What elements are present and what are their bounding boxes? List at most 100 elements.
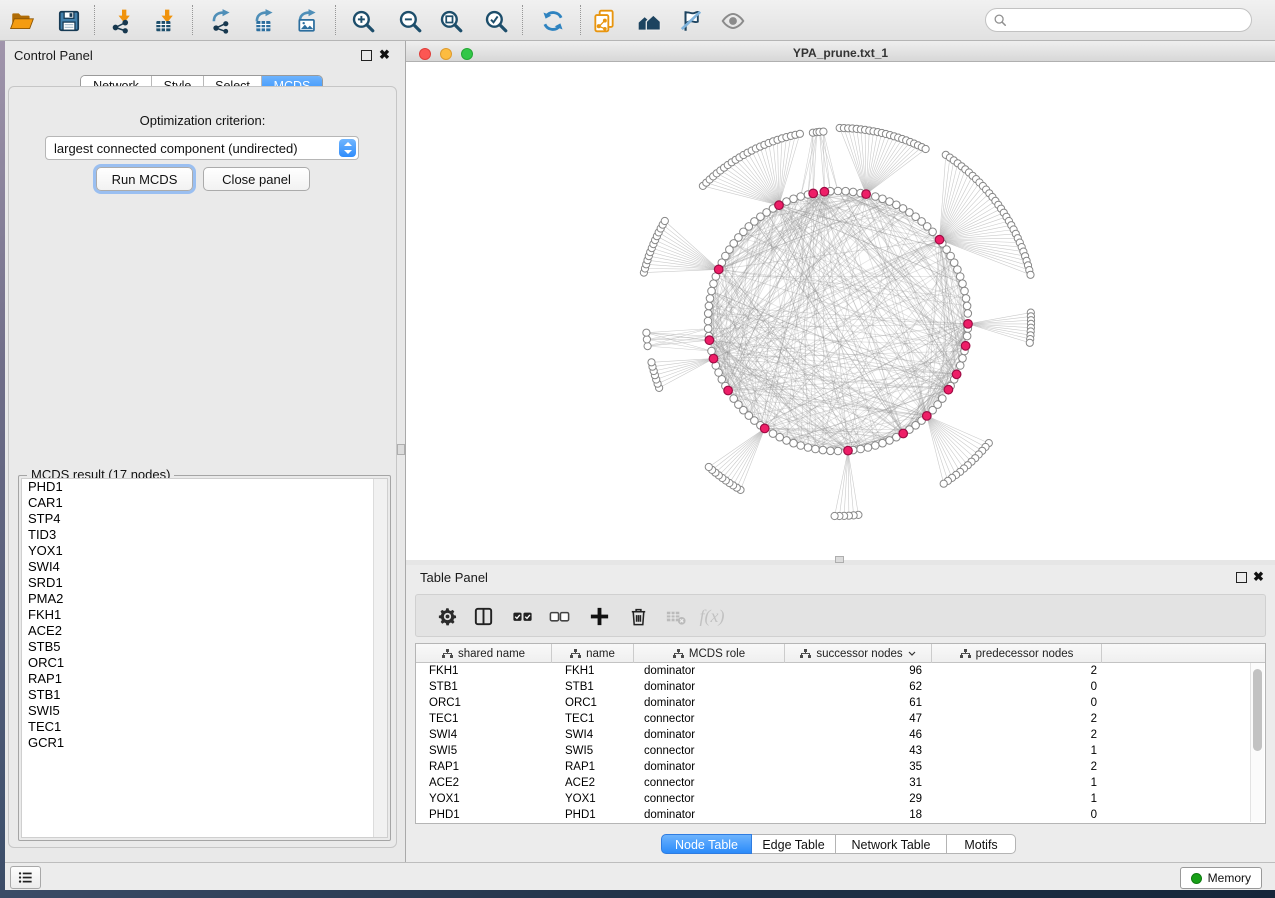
mcds-hub-node[interactable] bbox=[724, 386, 733, 395]
table-row[interactable]: YOX1YOX1connector291 bbox=[416, 791, 1265, 807]
mcds-hub-node[interactable] bbox=[705, 336, 714, 345]
network-node[interactable] bbox=[959, 280, 967, 288]
mcds-result-item[interactable]: GCR1 bbox=[22, 735, 387, 751]
network-node[interactable] bbox=[706, 295, 714, 303]
satellite-node[interactable] bbox=[643, 329, 650, 336]
network-node[interactable] bbox=[797, 442, 805, 450]
network-node[interactable] bbox=[715, 369, 723, 377]
horizontal-splitter-grip[interactable] bbox=[835, 556, 844, 563]
network-node[interactable] bbox=[704, 325, 712, 333]
network-node[interactable] bbox=[963, 302, 971, 310]
mcds-hub-node[interactable] bbox=[862, 190, 871, 199]
create-column-icon[interactable] bbox=[583, 599, 615, 633]
criterion-select[interactable]: largest connected component (undirected) bbox=[45, 136, 359, 160]
mcds-result-item[interactable]: PMA2 bbox=[22, 591, 387, 607]
mcds-hub-node[interactable] bbox=[964, 320, 973, 329]
close-table-panel-icon[interactable]: ✖ bbox=[1253, 570, 1264, 583]
network-node[interactable] bbox=[769, 430, 777, 438]
network-node[interactable] bbox=[961, 287, 969, 295]
satellite-node[interactable] bbox=[796, 130, 803, 137]
mcds-result-item[interactable]: STB5 bbox=[22, 639, 387, 655]
mcds-result-item[interactable]: STB1 bbox=[22, 687, 387, 703]
select-all-rows-icon[interactable] bbox=[506, 599, 538, 633]
network-node[interactable] bbox=[842, 187, 850, 195]
column-header-successor-nodes[interactable]: successor nodes bbox=[785, 644, 932, 663]
satellite-node[interactable] bbox=[661, 217, 668, 224]
mcds-result-item[interactable]: YOX1 bbox=[22, 543, 387, 559]
close-panel-button[interactable]: Close panel bbox=[203, 167, 310, 191]
network-node[interactable] bbox=[849, 188, 857, 196]
column-header-MCDS-role[interactable]: MCDS role bbox=[634, 644, 785, 663]
network-node[interactable] bbox=[708, 347, 716, 355]
satellite-node[interactable] bbox=[643, 336, 650, 343]
table-row[interactable]: TEC1TEC1connector472 bbox=[416, 711, 1265, 727]
zoom-selected-icon[interactable] bbox=[479, 4, 513, 38]
network-node[interactable] bbox=[956, 273, 964, 281]
mcds-result-item[interactable]: SWI5 bbox=[22, 703, 387, 719]
mcds-hub-node[interactable] bbox=[952, 370, 961, 379]
show-annotations-eye-icon[interactable] bbox=[716, 4, 750, 38]
network-node[interactable] bbox=[790, 439, 798, 447]
network-node[interactable] bbox=[872, 193, 880, 201]
network-node[interactable] bbox=[812, 445, 820, 453]
network-node[interactable] bbox=[710, 280, 718, 288]
table-row[interactable]: STB1STB1dominator620 bbox=[416, 679, 1265, 695]
zoom-out-icon[interactable] bbox=[393, 4, 427, 38]
mcds-hub-node[interactable] bbox=[809, 189, 818, 198]
mcds-hub-node[interactable] bbox=[961, 342, 970, 351]
satellite-node[interactable] bbox=[831, 512, 838, 519]
network-node[interactable] bbox=[963, 332, 971, 340]
zoom-in-icon[interactable] bbox=[346, 4, 380, 38]
import-network-icon[interactable] bbox=[105, 4, 139, 38]
mcds-hub-node[interactable] bbox=[709, 354, 718, 363]
float-table-panel-icon[interactable] bbox=[1236, 572, 1247, 583]
deselect-all-rows-icon[interactable] bbox=[543, 599, 575, 633]
satellite-node[interactable] bbox=[648, 359, 655, 366]
mcds-result-item[interactable]: STP4 bbox=[22, 511, 387, 527]
table-mode-gear-icon[interactable] bbox=[431, 599, 463, 633]
satellite-node[interactable] bbox=[820, 128, 827, 135]
network-node[interactable] bbox=[730, 395, 738, 403]
network-node[interactable] bbox=[864, 444, 872, 452]
table-scrollbar[interactable] bbox=[1250, 663, 1264, 822]
column-header-predecessor-nodes[interactable]: predecessor nodes bbox=[932, 644, 1102, 663]
close-panel-icon[interactable]: ✖ bbox=[379, 48, 390, 61]
run-mcds-button[interactable]: Run MCDS bbox=[96, 167, 193, 191]
mcds-result-item[interactable]: TEC1 bbox=[22, 719, 387, 735]
show-columns-icon[interactable] bbox=[467, 599, 499, 633]
table-row[interactable]: PHD1PHD1dominator180 bbox=[416, 807, 1265, 823]
float-panel-icon[interactable] bbox=[361, 50, 372, 61]
table-row[interactable]: FKH1FKH1dominator962 bbox=[416, 663, 1265, 679]
mcds-hub-node[interactable] bbox=[935, 235, 944, 244]
network-node[interactable] bbox=[783, 198, 791, 206]
network-node[interactable] bbox=[819, 446, 827, 454]
open-session-icon[interactable] bbox=[5, 4, 39, 38]
network-node[interactable] bbox=[879, 439, 887, 447]
satellite-node[interactable] bbox=[940, 480, 947, 487]
satellite-node[interactable] bbox=[922, 145, 929, 152]
network-node[interactable] bbox=[827, 447, 835, 455]
satellite-node[interactable] bbox=[644, 343, 651, 350]
network-node[interactable] bbox=[857, 445, 865, 453]
mcds-hub-node[interactable] bbox=[760, 424, 769, 433]
network-node[interactable] bbox=[954, 266, 962, 274]
satellite-node[interactable] bbox=[1026, 339, 1033, 346]
network-node[interactable] bbox=[886, 437, 894, 445]
export-image-icon[interactable] bbox=[291, 4, 325, 38]
mcds-result-item[interactable]: ACE2 bbox=[22, 623, 387, 639]
network-node[interactable] bbox=[959, 355, 967, 363]
search-input[interactable] bbox=[1007, 10, 1251, 30]
network-canvas[interactable] bbox=[406, 62, 1275, 560]
memory-button[interactable]: Memory bbox=[1180, 867, 1262, 889]
mcds-result-item[interactable]: ORC1 bbox=[22, 655, 387, 671]
table-row[interactable]: ACE2ACE2connector311 bbox=[416, 775, 1265, 791]
network-node[interactable] bbox=[964, 310, 972, 318]
search-box[interactable] bbox=[985, 8, 1252, 32]
export-table-icon[interactable] bbox=[248, 4, 282, 38]
delete-columns-icon[interactable] bbox=[622, 599, 654, 633]
satellite-node[interactable] bbox=[705, 463, 712, 470]
tab-motifs[interactable]: Motifs bbox=[947, 834, 1016, 854]
network-node[interactable] bbox=[962, 295, 970, 303]
network-node[interactable] bbox=[790, 195, 798, 203]
network-node[interactable] bbox=[705, 302, 713, 310]
